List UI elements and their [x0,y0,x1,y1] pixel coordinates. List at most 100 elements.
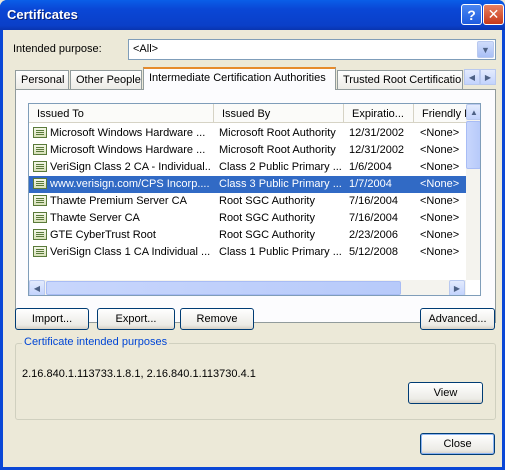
tab-personal[interactable]: Personal [15,70,69,89]
cell-issued-to: Microsoft Windows Hardware ... [50,127,206,139]
cell-expiration: 5/12/2008 [349,246,398,258]
certificate-icon [33,195,47,206]
cell-friendly-name: <None> [420,246,460,258]
help-button[interactable]: ? [461,4,482,25]
column-issued-to[interactable]: Issued To [29,104,214,123]
view-button[interactable]: View [408,382,483,404]
button-label: Advanced... [428,313,487,325]
import-button[interactable]: Import... [15,308,89,330]
button-label: Import... [31,313,73,325]
tab-label: Intermediate Certification Authorities [149,72,326,84]
certificate-icon [33,229,47,240]
close-window-button[interactable]: ✕ [483,4,504,25]
cell-expiration: 1/7/2004 [349,178,392,190]
tab-scroll-left-icon[interactable]: ◀ [464,69,480,85]
cell-friendly-name: <None> [420,161,460,173]
cell-friendly-name: <None> [420,195,460,207]
cell-issued-by: Class 2 Public Primary ... [219,161,342,173]
cell-expiration: 12/31/2002 [349,144,405,156]
table-row[interactable]: Thawte Server CA Root SGC Authority 7/16… [29,210,466,227]
scroll-right-icon[interactable]: ▶ [449,280,465,295]
tab-other-people[interactable]: Other People [70,70,142,89]
column-issued-by[interactable]: Issued By [214,104,344,123]
cell-issued-by: Microsoft Root Authority [219,127,336,139]
remove-button[interactable]: Remove [180,308,254,330]
tab-trusted-root[interactable]: Trusted Root Certification [337,70,463,89]
certificate-icon [33,161,47,172]
scroll-up-icon[interactable]: ▲ [466,104,480,120]
close-icon: ✕ [487,6,500,22]
table-row-selected[interactable]: www.verisign.com/CPS Incorp.... Class 3 … [29,176,466,193]
button-label: Close [443,438,472,450]
cell-expiration: 1/6/2004 [349,161,392,173]
tab-scroll-right-icon[interactable]: ▶ [480,69,496,85]
button-label: Remove [196,313,238,325]
button-label: View [433,387,458,399]
certificate-icon [33,127,47,138]
intended-purpose-combo[interactable]: <All> ▼ [128,39,496,60]
cell-friendly-name: <None> [420,229,460,241]
cell-issued-by: Root SGC Authority [219,212,315,224]
cell-expiration: 7/16/2004 [349,195,398,207]
table-row[interactable]: VeriSign Class 1 CA Individual ... Class… [29,244,466,261]
cell-friendly-name: <None> [420,212,460,224]
tab-label: Trusted Root Certification [343,74,463,86]
tab-intermediate-ca[interactable]: Intermediate Certification Authorities [143,67,336,90]
certificates-dialog: Certificates ? ✕ Intended purpose: <All>… [0,0,505,470]
horizontal-scrollbar[interactable]: ◀ ▶ [29,280,466,295]
vertical-scrollbar[interactable]: ▲ [466,104,480,280]
column-expiration[interactable]: Expiratio... [344,104,414,123]
cell-issued-to: Thawte Premium Server CA [50,195,187,207]
button-label: Export... [115,313,157,325]
certificate-list[interactable]: Issued To Issued By Expiratio... Friendl… [28,103,481,296]
close-button[interactable]: Close [420,433,495,455]
chevron-down-icon[interactable]: ▼ [477,41,494,58]
certificate-icon [33,212,47,223]
title-bar[interactable]: Certificates ? ✕ [0,0,505,30]
vertical-scroll-thumb[interactable] [466,121,480,169]
intended-purpose-value: <All> [133,43,159,55]
scroll-left-icon[interactable]: ◀ [29,280,45,295]
certificate-icon [33,178,47,189]
intended-purpose-label: Intended purpose: [13,43,102,55]
export-button[interactable]: Export... [97,308,175,330]
list-header: Issued To Issued By Expiratio... Friendl… [29,104,466,123]
table-row[interactable]: Thawte Premium Server CA Root SGC Author… [29,193,466,210]
intended-purposes-text: 2.16.840.1.113733.1.8.1, 2.16.840.1.1137… [22,368,256,380]
cell-issued-to: GTE CyberTrust Root [50,229,156,241]
tab-label: Personal [21,74,65,86]
cell-expiration: 7/16/2004 [349,212,398,224]
cell-issued-by: Root SGC Authority [219,195,315,207]
tab-label: Other People [76,74,141,86]
cell-issued-to: Microsoft Windows Hardware ... [50,144,206,156]
cell-issued-to: VeriSign Class 1 CA Individual ... [50,246,210,258]
table-row[interactable]: VeriSign Class 2 CA - Individual... Clas… [29,159,466,176]
intended-purposes-group: Certificate intended purposes 2.16.840.1… [15,336,496,420]
table-row[interactable]: Microsoft Windows Hardware ... Microsoft… [29,125,466,142]
window-title: Certificates [7,7,78,22]
group-title: Certificate intended purposes [22,336,170,348]
cell-issued-by: Class 1 Public Primary ... [219,246,342,258]
cell-issued-by: Microsoft Root Authority [219,144,336,156]
cell-issued-to: Thawte Server CA [50,212,140,224]
advanced-button[interactable]: Advanced... [420,308,495,330]
cell-issued-to: VeriSign Class 2 CA - Individual... [50,161,210,173]
certificate-icon [33,144,47,155]
horizontal-scroll-thumb[interactable] [46,281,401,295]
certificate-icon [33,246,47,257]
dialog-client-area: Intended purpose: <All> ▼ Personal Other… [3,30,502,467]
cell-expiration: 12/31/2002 [349,127,405,139]
cell-issued-by: Root SGC Authority [219,229,315,241]
table-row[interactable]: Microsoft Windows Hardware ... Microsoft… [29,142,466,159]
cell-issued-to: www.verisign.com/CPS Incorp.... [50,178,210,190]
table-row[interactable]: GTE CyberTrust Root Root SGC Authority 2… [29,227,466,244]
tab-strip: Personal Other People Intermediate Certi… [15,67,496,90]
cell-issued-by: Class 3 Public Primary ... [219,178,342,190]
cell-friendly-name: <None> [420,178,460,190]
tab-panel: Issued To Issued By Expiratio... Friendl… [15,89,496,323]
cell-expiration: 2/23/2006 [349,229,398,241]
cell-friendly-name: <None> [420,127,460,139]
question-icon: ? [467,6,476,23]
cell-friendly-name: <None> [420,144,460,156]
column-friendly-name[interactable]: Friendly N [414,104,466,123]
